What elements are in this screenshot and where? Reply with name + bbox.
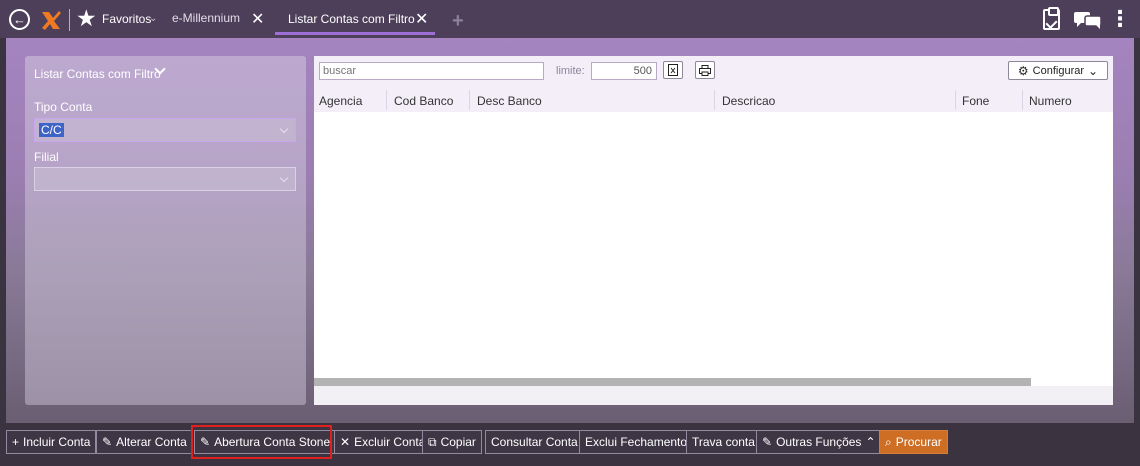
back-icon[interactable]: ←: [9, 9, 30, 30]
button-label: Procurar: [895, 435, 942, 449]
button-label: Outras Funções: [776, 435, 862, 449]
highlight-box: [191, 425, 332, 459]
grid-panel: limite: ⚙ Configurar ⌄ Agencia Cod Banco…: [314, 56, 1113, 405]
column-header-descricao[interactable]: Descricao: [722, 94, 775, 108]
more-vertical-icon[interactable]: ⋮: [1109, 8, 1131, 30]
close-icon: ✕: [340, 435, 351, 449]
external-edit-icon: ✎: [762, 435, 773, 449]
tab-label: Listar Contas com Filtro: [288, 12, 415, 26]
star-icon[interactable]: ★: [76, 7, 97, 30]
limit-input[interactable]: [591, 62, 657, 80]
print-button[interactable]: [695, 61, 715, 79]
column-divider: [955, 90, 956, 110]
close-icon[interactable]: ✕: [251, 9, 264, 29]
configure-button[interactable]: ⚙ Configurar ⌄: [1008, 61, 1108, 80]
column-header-fone[interactable]: Fone: [962, 94, 989, 108]
column-divider: [386, 90, 387, 110]
gear-icon: ⚙: [1017, 63, 1029, 78]
add-tab-icon[interactable]: +: [452, 11, 464, 31]
print-icon: [699, 64, 711, 76]
tab-e-millennium[interactable]: e-Millennium: [172, 11, 240, 25]
column-header-agencia[interactable]: Agencia: [319, 94, 362, 108]
chevron-down-icon: [279, 124, 289, 134]
button-label: Consultar Conta: [491, 435, 578, 449]
consultar-conta-button[interactable]: Consultar Conta: [485, 430, 584, 454]
button-label: Excluir Conta: [354, 435, 426, 449]
button-label: Incluir Conta: [23, 435, 91, 449]
column-divider: [714, 90, 715, 110]
main-area: Listar Contas com Filtro Tipo Conta C/C …: [6, 38, 1134, 423]
incluir-conta-button[interactable]: + Incluir Conta: [6, 430, 97, 454]
column-header-desc-banco[interactable]: Desc Banco: [477, 94, 542, 108]
trava-conta-button[interactable]: Trava conta: [686, 430, 761, 454]
tipo-conta-value: C/C: [39, 123, 64, 137]
filial-label: Filial: [34, 150, 59, 164]
separator: [69, 9, 70, 31]
plus-icon: +: [12, 435, 20, 449]
chevron-down-icon: [279, 173, 289, 183]
copy-icon: ⧉: [428, 435, 437, 449]
filter-panel-title[interactable]: Listar Contas com Filtro: [34, 67, 161, 81]
search-input[interactable]: [319, 62, 544, 80]
tipo-conta-label: Tipo Conta: [34, 100, 93, 114]
favorites-menu[interactable]: Favoritos: [102, 12, 151, 26]
configure-label: Configurar: [1032, 64, 1085, 77]
button-label: Alterar Conta: [116, 435, 187, 449]
logo-icon[interactable]: [40, 9, 62, 31]
column-divider: [469, 90, 470, 110]
chat-icon[interactable]: [1074, 11, 1102, 29]
column-divider: [1022, 90, 1023, 110]
tab-listar-contas[interactable]: Listar Contas com Filtro ✕: [275, 3, 435, 35]
limit-label: limite:: [556, 65, 585, 77]
procurar-button[interactable]: ⌕ Procurar: [879, 430, 948, 454]
top-bar: ← ★ Favoritos ⌄ e-Millennium ✕ Listar Co…: [0, 0, 1140, 38]
excel-icon: [668, 64, 678, 76]
excluir-conta-button[interactable]: ✕ Excluir Conta: [334, 430, 432, 454]
bottom-toolbar: + Incluir Conta ✎ Alterar Conta ✎ Abertu…: [0, 423, 1140, 466]
button-label: Trava conta: [692, 435, 755, 449]
alterar-conta-button[interactable]: ✎ Alterar Conta: [96, 430, 193, 454]
button-label: Copiar: [440, 435, 476, 449]
outras-funcoes-button[interactable]: ✎ Outras Funções ⌃: [756, 430, 882, 454]
exclui-fechamento-button[interactable]: Exclui Fechamento: [579, 430, 694, 454]
edit-icon: ✎: [102, 435, 113, 449]
clipboard-icon[interactable]: [1043, 7, 1060, 30]
close-icon[interactable]: ✕: [415, 9, 428, 29]
column-header-cod-banco[interactable]: Cod Banco: [394, 94, 453, 108]
column-header-numero[interactable]: Numero: [1029, 94, 1072, 108]
filter-panel: Listar Contas com Filtro Tipo Conta C/C …: [25, 56, 306, 405]
grid-header: limite: ⚙ Configurar ⌄ Agencia Cod Banco…: [314, 56, 1113, 112]
button-label: Exclui Fechamento: [585, 435, 688, 449]
chevron-up-icon: ⌃: [865, 435, 876, 449]
search-icon: ⌕: [885, 435, 892, 449]
horizontal-scrollbar[interactable]: [314, 378, 1031, 386]
chevron-down-icon: ⌄: [1088, 63, 1099, 78]
filial-select[interactable]: [34, 167, 296, 191]
chevron-down-icon[interactable]: ⌄: [149, 13, 157, 24]
tipo-conta-select[interactable]: C/C: [34, 118, 296, 142]
export-excel-button[interactable]: [663, 61, 683, 79]
horizontal-scroll-track[interactable]: [314, 386, 1113, 405]
copiar-button[interactable]: ⧉ Copiar: [422, 430, 482, 454]
